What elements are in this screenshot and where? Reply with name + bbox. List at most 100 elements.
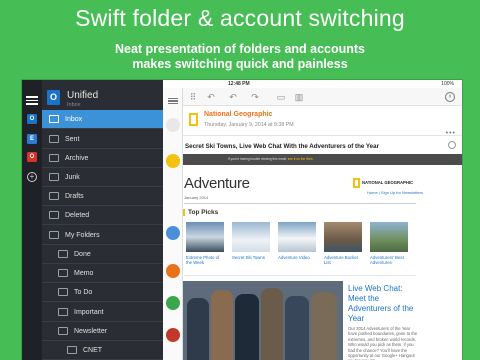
outlook-icon[interactable]: O [27,114,37,124]
pick-thumbnail[interactable] [370,222,408,252]
folder-item-junk[interactable]: Junk [42,168,163,187]
folder-label: My Folders [65,232,100,239]
avatar[interactable] [166,226,180,240]
folder-label: Important [74,309,104,316]
reply-all-icon[interactable]: ↶ [227,91,239,103]
avatar[interactable] [166,296,180,310]
folder-item-archive[interactable]: Archive [42,149,163,168]
folder-panel-title: Unified [67,90,99,101]
exchange-icon[interactable]: E [27,134,37,144]
drafts-icon [49,192,59,200]
adventurers-photo[interactable] [183,281,343,360]
folder-label: CNET [83,347,103,354]
folder-icon [49,231,59,239]
promo-subtitle-line1: Neat presentation of folders and account… [114,42,366,56]
folder-panel-header: O Unified Inbox [42,88,163,110]
avatar[interactable] [166,264,180,278]
pick-caption[interactable]: Adventure Video [278,255,318,260]
divider [184,203,416,204]
trash-icon [49,211,59,219]
ipad-screen: 12:48 PM 100% O E O + O Unified Inbox In… [22,80,462,360]
live-chat-title[interactable]: Live Web Chat: Meet the Adventurers of t… [348,284,418,324]
delete-icon[interactable]: ▥ [293,91,305,103]
national-geographic-logo [189,113,198,126]
folder-label: Junk [65,174,80,181]
next-icon[interactable]: › [445,92,455,102]
folder-item-inbox[interactable]: Inbox [42,110,163,129]
reading-toolbar: ⠿ ↶ ↶ ↷ ▭ ▥ ‹ [183,88,462,106]
folder-item-sent[interactable]: Sent [42,130,163,149]
reply-icon[interactable]: ↶ [205,91,217,103]
message-sender[interactable]: National Geographic [204,111,272,118]
junk-icon [49,173,59,181]
folder-panel-subtitle: Inbox [67,102,81,108]
office-icon[interactable]: O [27,152,37,162]
folder-icon [67,346,77,354]
folder-label: Drafts [65,193,84,200]
avatar[interactable] [166,118,180,132]
add-icon[interactable]: + [27,172,37,182]
pick-thumbnail[interactable] [186,222,224,252]
section-marker [183,209,185,216]
pick-caption[interactable]: Adventurers' Best Adventures [370,255,410,266]
folder-item-drafts[interactable]: Drafts [42,187,163,206]
folder-item-done[interactable]: Done [42,245,163,264]
folder-label: Done [74,251,91,258]
folder-label: Sent [65,136,80,143]
message-date: Thursday, January 9, 2014 at 9:38 PM [204,122,294,128]
folder-item-deleted[interactable]: Deleted [42,206,163,225]
brand-links[interactable]: Home | Sign Up for Newsletters [367,190,423,195]
avatar[interactable] [166,328,180,342]
promo-title: Swift folder & account switching [75,5,405,31]
sent-icon [49,135,59,143]
banner-text-main: If you're having trouble viewing this em… [228,157,288,161]
newsletter-title: Adventure [184,175,250,192]
folder-icon [58,327,68,335]
folder-item-my-folders[interactable]: My Folders [42,226,163,245]
folder-icon [58,288,68,296]
newsletter-date: January 2014 [184,195,209,200]
avatar[interactable] [166,154,180,168]
section-title: Top Picks [188,209,219,216]
folder-icon [58,308,68,316]
reading-pane: ⠿ ↶ ↶ ↷ ▭ ▥ ‹ › National Geographic Thur… [183,88,462,360]
inbox-icon [49,115,59,123]
pick-thumbnail[interactable] [232,222,270,252]
folder-label: Newsletter [74,328,108,335]
promo-subtitle-line2: makes switching quick and painless [132,57,348,71]
archive-icon [49,154,59,162]
pick-caption[interactable]: Extreme Photo of the Week [186,255,226,266]
folder-item-memo[interactable]: Memo [42,264,163,283]
expand-icon[interactable] [448,141,456,149]
folder-item-important[interactable]: Important [42,303,163,322]
account-rail: O E O + [22,80,42,360]
outlook-icon: O [47,90,60,105]
folder-item-cnet[interactable]: CNET [42,341,163,360]
status-battery: 100% [441,81,454,87]
status-time: 12:48 PM [228,81,250,87]
folder-label: Deleted [65,212,90,219]
folder-label: Memo [74,270,94,277]
divider [184,275,416,276]
move-icon[interactable]: ▭ [275,91,287,103]
forward-icon[interactable]: ↷ [249,91,261,103]
banner-link[interactable]: see it on the Web. [288,157,314,161]
pick-caption[interactable]: Secret Ski Towns [232,255,272,260]
folder-item-newsletter[interactable]: Newsletter [42,322,163,341]
message-subject: Secret Ski Towns, Live Web Chat With the… [185,143,379,150]
live-chat-body: Our 2014 Adventurers of the Year have pu… [348,326,418,360]
folder-panel: O Unified Inbox Inbox Sent Archive Junk … [42,80,163,360]
folder-icon [58,269,68,277]
pick-caption[interactable]: Adventure Bucket List [324,255,364,266]
banner-text: If you're having trouble viewing this em… [228,157,313,161]
grid-icon[interactable]: ⠿ [187,91,199,103]
folder-item-to-do[interactable]: To Do [42,283,163,302]
folder-label: Archive [65,155,89,162]
menu-icon[interactable] [26,94,38,105]
menu-icon[interactable] [168,96,178,106]
pick-thumbnail[interactable] [324,222,362,252]
folder-label: Inbox [65,116,83,123]
folder-label: To Do [74,289,93,296]
more-icon[interactable]: ••• [446,130,456,137]
pick-thumbnail[interactable] [278,222,316,252]
